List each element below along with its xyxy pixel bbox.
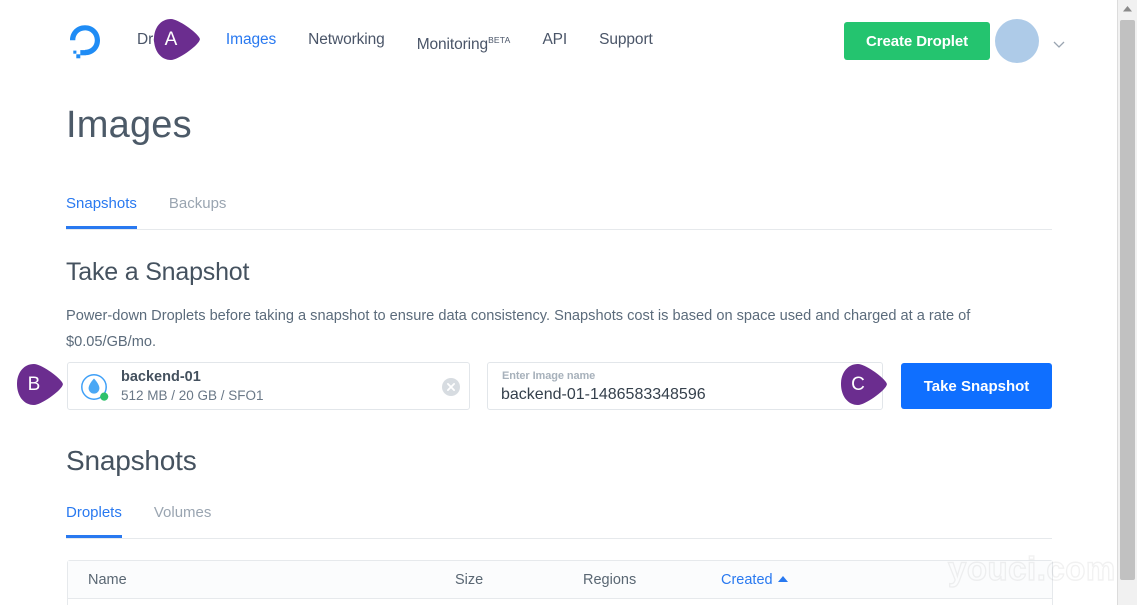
screenshot-root: Droplets Images Networking MonitoringBET… bbox=[0, 0, 1137, 605]
tab-droplets[interactable]: Droplets bbox=[66, 501, 122, 538]
nav-item-support[interactable]: Support bbox=[583, 28, 669, 52]
beta-badge: BETA bbox=[488, 35, 511, 45]
nav-item-images-label: Images bbox=[225, 31, 277, 48]
snapshots-heading: Snapshots bbox=[66, 445, 197, 476]
scroll-up-arrow-icon[interactable] bbox=[1118, 0, 1137, 18]
nav-item-networking-label: Networking bbox=[308, 31, 385, 48]
nav-item-api[interactable]: API bbox=[526, 28, 583, 52]
nav-item-droplets[interactable]: Droplets bbox=[121, 28, 210, 52]
avatar[interactable] bbox=[995, 19, 1039, 63]
tab-snapshots[interactable]: Snapshots bbox=[66, 192, 137, 229]
droplet-icon bbox=[80, 373, 110, 403]
nav-item-networking[interactable]: Networking bbox=[292, 28, 401, 52]
nav-item-support-label: Support bbox=[599, 31, 653, 48]
nav-item-monitoring[interactable]: MonitoringBETA bbox=[401, 28, 527, 57]
snapshots-table-header: Name Size Regions Created bbox=[68, 561, 1052, 599]
top-navigation-bar: Droplets Images Networking MonitoringBET… bbox=[0, 0, 1117, 80]
column-header-created[interactable]: Created bbox=[721, 572, 788, 588]
droplet-name: backend-01 bbox=[121, 369, 201, 385]
tab-backups[interactable]: Backups bbox=[169, 192, 227, 228]
nav-item-monitoring-label: Monitoring bbox=[416, 36, 489, 54]
sort-ascending-icon bbox=[777, 576, 788, 582]
take-a-snapshot-description: Power-down Droplets before taking a snap… bbox=[66, 308, 971, 350]
column-header-regions[interactable]: Regions bbox=[583, 572, 636, 588]
status-online-dot bbox=[100, 392, 109, 401]
nav-item-images[interactable]: Images bbox=[210, 28, 292, 52]
take-snapshot-button[interactable]: Take Snapshot bbox=[901, 363, 1052, 409]
nav-links: Droplets Images Networking MonitoringBET… bbox=[121, 28, 669, 54]
column-header-created-label: Created bbox=[721, 572, 773, 588]
browser-viewport: Droplets Images Networking MonitoringBET… bbox=[0, 0, 1117, 605]
scrollbar-thumb[interactable] bbox=[1120, 20, 1135, 580]
digitalocean-logo-icon[interactable] bbox=[65, 22, 105, 60]
clear-circle-icon[interactable] bbox=[442, 378, 460, 396]
column-header-name[interactable]: Name bbox=[88, 572, 127, 588]
image-name-field[interactable]: Enter Image name bbox=[487, 362, 883, 410]
droplet-specs: 512 MB / 20 GB / SFO1 bbox=[121, 388, 264, 403]
column-header-size[interactable]: Size bbox=[455, 572, 483, 588]
nav-item-droplets-label: Droplets bbox=[137, 31, 194, 48]
tab-volumes[interactable]: Volumes bbox=[154, 501, 212, 537]
droplet-selector-card[interactable]: backend-01 512 MB / 20 GB / SFO1 bbox=[67, 362, 470, 410]
vertical-scrollbar[interactable] bbox=[1117, 0, 1137, 605]
images-tabbar: Snapshots Backups bbox=[66, 192, 1052, 230]
snapshots-tabbar: Droplets Volumes bbox=[66, 501, 1052, 539]
image-name-input[interactable] bbox=[501, 384, 871, 406]
create-droplet-button[interactable]: Create Droplet bbox=[844, 22, 990, 60]
annotation-marker-b: B bbox=[14, 362, 66, 408]
image-name-label: Enter Image name bbox=[502, 370, 596, 382]
nav-item-api-label: API bbox=[542, 31, 568, 48]
take-a-snapshot-heading: Take a Snapshot bbox=[66, 258, 250, 286]
page-title: Images bbox=[66, 104, 192, 146]
snapshots-table-body bbox=[68, 599, 1052, 605]
chevron-down-icon[interactable] bbox=[1053, 36, 1065, 48]
snapshots-table: Name Size Regions Created bbox=[67, 560, 1053, 605]
annotation-marker-b-letter: B bbox=[27, 374, 41, 395]
